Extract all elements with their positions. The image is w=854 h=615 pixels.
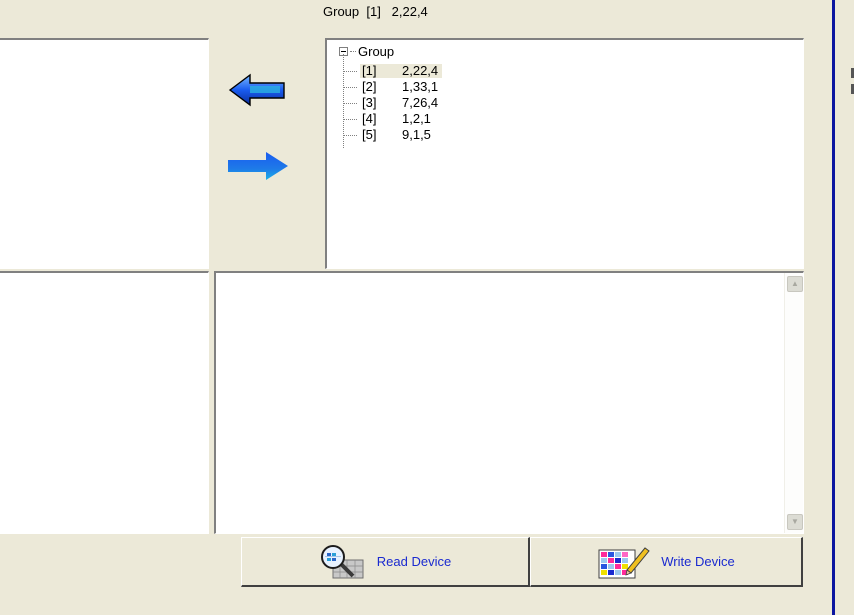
read-device-button[interactable]: Read Device	[241, 537, 530, 587]
scroll-up-icon[interactable]: ▲	[787, 276, 803, 292]
vertical-scrollbar[interactable]: ▲ ▼	[784, 273, 803, 533]
scroll-down-icon[interactable]: ▼	[787, 514, 803, 530]
tree-item-index: [3]	[362, 95, 377, 110]
detail-text-area[interactable]: ▲ ▼	[214, 271, 804, 534]
tree-connector	[350, 50, 356, 52]
tree-item[interactable]: [5] 9,1,5	[343, 128, 435, 142]
move-left-arrow-icon[interactable]	[228, 73, 288, 107]
tree-item-index: [2]	[362, 79, 377, 94]
group-tree-view[interactable]: Group [1] 2,22,4 [2] 1,33,1 [3] 7,26,4 [4] 1…	[325, 38, 804, 269]
tree-item-index: [4]	[362, 111, 377, 126]
tree-item-index: [1]	[362, 63, 377, 78]
left-bottom-panel[interactable]	[0, 271, 209, 534]
tree-item[interactable]: [1] 2,22,4	[343, 63, 443, 78]
tree-connector	[343, 86, 357, 88]
tree-item-value: 1,33,1	[402, 79, 439, 94]
write-device-label: Write Device	[661, 554, 735, 569]
move-right-arrow-icon[interactable]	[226, 151, 290, 181]
tree-item-value: 1,2,1	[402, 111, 431, 126]
tree-root-node[interactable]: Group	[339, 43, 394, 59]
tree-connector	[343, 102, 357, 104]
write-device-button[interactable]: Write Device	[530, 537, 803, 587]
tree-item[interactable]: [3] 7,26,4	[343, 96, 442, 110]
left-top-panel[interactable]	[0, 38, 209, 269]
window-edge	[832, 0, 835, 615]
read-device-label: Read Device	[376, 554, 452, 569]
tree-item[interactable]: [4] 1,2,1	[343, 112, 435, 126]
tree-connector	[343, 134, 357, 136]
color-grid-pencil-icon	[597, 544, 651, 580]
magnifier-grid-icon	[319, 544, 367, 580]
tree-connector	[343, 118, 357, 120]
tree-item-value: 2,22,4	[402, 63, 439, 78]
tree-root-label: Group	[358, 43, 395, 59]
tree-item[interactable]: [2] 1,33,1	[343, 80, 442, 94]
tree-connector	[343, 70, 357, 72]
selection-label: Group [1] 2,22,4	[323, 4, 428, 19]
tree-item-value: 9,1,5	[402, 127, 431, 142]
tree-item-value: 7,26,4	[402, 95, 439, 110]
tree-item-index: [5]	[362, 127, 377, 142]
